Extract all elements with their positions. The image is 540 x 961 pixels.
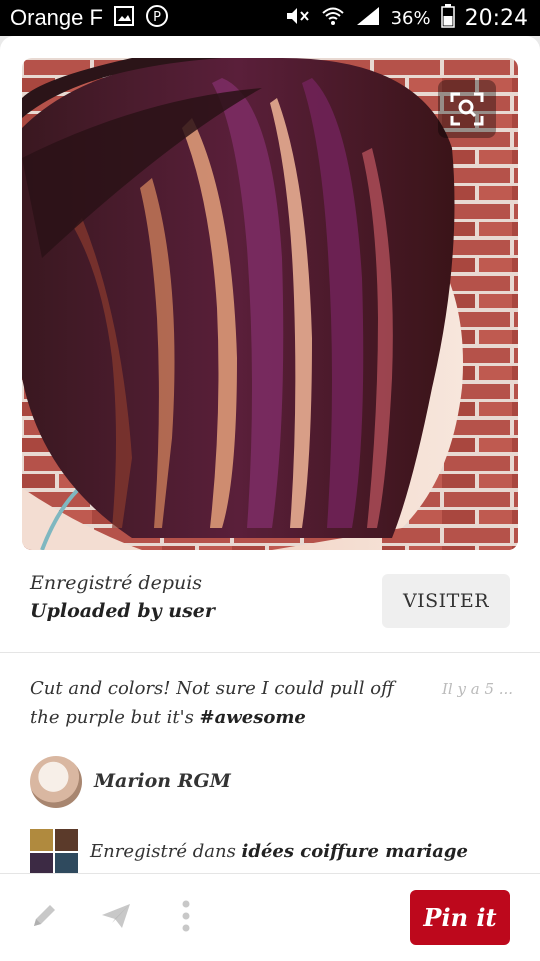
edit-button[interactable] [26,898,62,934]
pin-description: Cut and colors! Not sure I could pull of… [30,674,410,732]
clock: 20:24 [464,5,528,31]
source-name[interactable]: Uploaded by user [30,600,215,622]
pinterest-notification-icon: P [145,4,169,32]
battery-icon [440,4,455,32]
status-bar: Orange F P 36% 20:24 [0,0,540,36]
send-button[interactable] [98,898,134,934]
saved-from-label: Enregistré depuis [30,572,203,594]
battery-percent: 36% [390,7,431,29]
board-thumb-2 [55,829,78,851]
svg-text:P: P [153,10,161,25]
source-info: Enregistré depuis Uploaded by user [30,572,215,622]
pin-image[interactable] [22,58,518,550]
user-name[interactable]: Marion RGM [94,770,231,792]
board-thumbnail[interactable] [30,829,78,875]
wifi-icon [321,5,345,31]
signal-icon [355,5,381,31]
carrier-name: Orange F [10,5,103,30]
time-ago: Il y a 5 ... [442,680,514,698]
board-thumb-4 [55,853,78,875]
hashtag-link[interactable]: #awesome [200,707,306,728]
visit-button[interactable]: VISITER [382,574,510,628]
send-icon [102,904,130,928]
mute-icon [285,5,311,31]
board-thumb-1 [30,829,53,851]
saved-in-prefix: Enregistré dans [90,841,242,862]
pencil-icon [34,905,55,926]
pin-card: Enregistré depuis Uploaded by user VISIT… [0,36,540,961]
image-notification-icon [113,5,135,31]
board-name-link[interactable]: idées coiffure mariage [242,841,468,862]
divider [0,652,540,653]
visual-search-icon [450,92,484,126]
saved-in-board: Enregistré dans idées coiffure mariage [90,841,468,862]
visual-search-button[interactable] [438,80,496,138]
bottom-toolbar: Pin it [0,873,540,961]
board-thumb-3 [30,853,53,875]
more-vertical-icon [182,900,190,932]
more-options-button[interactable] [168,898,204,934]
pin-it-button[interactable]: Pin it [410,890,510,945]
avatar[interactable] [30,756,82,808]
